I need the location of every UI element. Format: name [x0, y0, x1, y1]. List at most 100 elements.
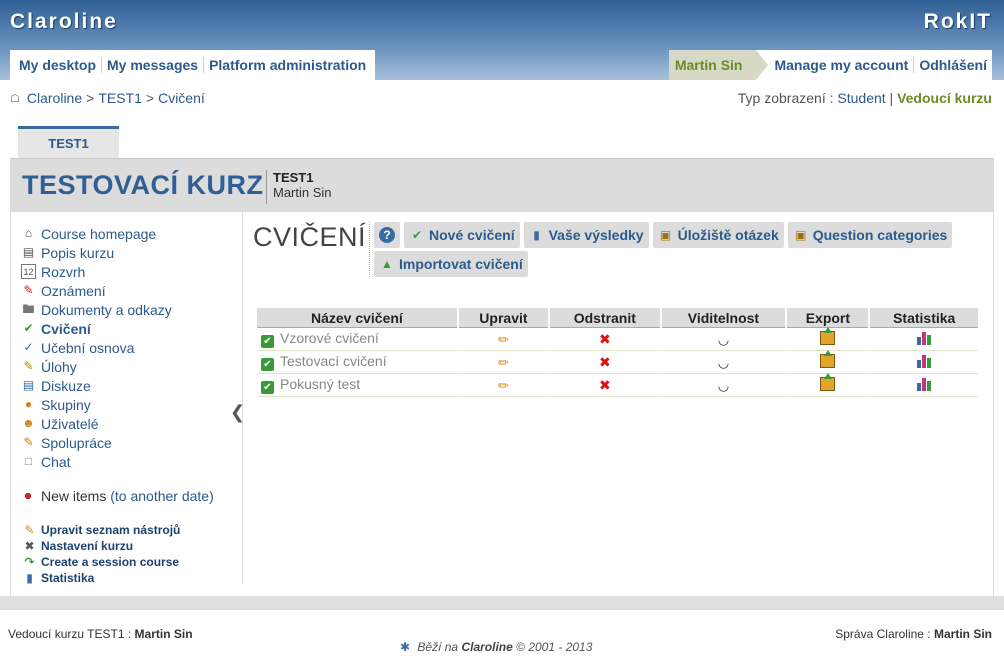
- sidebar-item-exercises[interactable]: ✔ Cvičení: [21, 319, 172, 338]
- course-statistics-link[interactable]: ▮ Statistika: [23, 570, 180, 586]
- breadcrumb-course[interactable]: TEST1: [98, 90, 142, 106]
- sidebar-item-label[interactable]: Rozvrh: [41, 264, 85, 280]
- platform-brand[interactable]: Claroline: [10, 10, 118, 34]
- view-mode-teacher[interactable]: Vedoucí kurzu: [897, 90, 992, 106]
- sidebar-item-label[interactable]: Chat: [41, 454, 71, 470]
- admin-link-label[interactable]: Create a session course: [41, 555, 179, 569]
- statistics-icon: ▮: [26, 570, 33, 585]
- nav-my-messages[interactable]: My messages: [102, 57, 203, 73]
- footer-powered-by: ✱ Běží na Claroline © 2001 - 2013: [400, 640, 592, 654]
- delete-cell: ✖: [550, 374, 660, 397]
- sidebar-item-forum[interactable]: ▤ Diskuze: [21, 376, 172, 395]
- sidebar-item-label[interactable]: Skupiny: [41, 397, 91, 413]
- footer-admin-name[interactable]: Martin Sin: [934, 627, 992, 641]
- powered-brand-link[interactable]: Claroline: [461, 640, 512, 654]
- help-button[interactable]: ?: [374, 222, 400, 248]
- export-icon[interactable]: [820, 372, 836, 391]
- statistics-icon[interactable]: [917, 354, 932, 368]
- admin-link-label[interactable]: Upravit seznam nástrojů: [41, 523, 180, 537]
- sidebar-item-users[interactable]: ☻ Uživatelé: [21, 414, 172, 433]
- export-cell: [787, 372, 869, 397]
- user-name-link[interactable]: Martin Sin: [668, 50, 769, 80]
- sidebar-item-label[interactable]: Diskuze: [41, 378, 91, 394]
- course-settings-link[interactable]: ✖ Nastavení kurzu: [23, 538, 180, 554]
- table-row: ✔ Pokusný test ✏ ✖ ◡: [257, 372, 978, 397]
- settings-icon: ✖: [24, 538, 35, 553]
- new-exercise-button[interactable]: ✔ Nové cvičení: [404, 222, 520, 248]
- logout-link[interactable]: Odhlášení: [914, 57, 992, 73]
- breadcrumb-current[interactable]: Cvičení: [158, 90, 205, 106]
- sidebar-item-announcements[interactable]: ✎ Oznámení: [21, 281, 172, 300]
- manage-account-link[interactable]: Manage my account: [756, 57, 913, 73]
- exercise-name-cell[interactable]: ✔ Vzorové cvičení: [257, 328, 457, 351]
- footer-course-manager: Vedoucí kurzu TEST1 : Martin Sin: [8, 627, 193, 641]
- course-meta: TEST1 Martin Sin: [266, 170, 332, 204]
- sidebar-item-label[interactable]: Popis kurzu: [41, 245, 114, 261]
- view-mode-student[interactable]: Student: [837, 90, 885, 106]
- statistics-icon[interactable]: [917, 377, 932, 391]
- pencil-icon[interactable]: ✏: [498, 355, 509, 370]
- question-pool-button[interactable]: ▣ Úložiště otázek: [652, 222, 784, 248]
- command-label: Nové cvičení: [429, 227, 515, 243]
- exercise-name-cell[interactable]: ✔ Testovací cvičení: [257, 351, 457, 374]
- sidebar-item-label[interactable]: Course homepage: [41, 226, 156, 242]
- pencil-icon[interactable]: ✏: [498, 332, 509, 347]
- tab-course[interactable]: TEST1: [18, 126, 119, 160]
- sidebar-item-label[interactable]: Oznámení: [41, 283, 106, 299]
- eye-icon[interactable]: ◡: [718, 355, 728, 370]
- sidebar-item-label[interactable]: Spolupráce: [41, 435, 112, 451]
- new-exercise-icon: ✔: [411, 228, 423, 242]
- breadcrumb-separator: >: [86, 90, 95, 106]
- admin-link-label[interactable]: Statistika: [41, 571, 94, 585]
- collapse-sidebar-icon[interactable]: ❮: [230, 402, 245, 423]
- import-exercise-button[interactable]: ▲ Importovat cvičení: [374, 251, 528, 277]
- delete-icon[interactable]: ✖: [599, 377, 611, 393]
- sidebar-item-chat[interactable]: □ Chat: [21, 452, 172, 471]
- sidebar-item-label[interactable]: Dokumenty a odkazy: [41, 302, 172, 318]
- edit-tool-list-link[interactable]: ✎ Upravit seznam nástrojů: [23, 522, 180, 538]
- sidebar-item-description[interactable]: ▤ Popis kurzu: [21, 243, 172, 262]
- sidebar-item-course-homepage[interactable]: ⌂ Course homepage: [21, 224, 172, 243]
- sidebar-item-calendar[interactable]: 12 Rozvrh: [21, 262, 172, 281]
- edit-cell: ✏: [458, 374, 549, 397]
- categories-icon: ▣: [795, 228, 807, 242]
- sidebar-item-assignments[interactable]: ✎ Úlohy: [21, 357, 172, 376]
- exercise-name-cell[interactable]: ✔ Pokusný test: [257, 374, 457, 397]
- sidebar-item-label[interactable]: Uživatelé: [41, 416, 99, 432]
- breadcrumb-claroline[interactable]: Claroline: [27, 90, 82, 106]
- sidebar-item-label[interactable]: Úlohy: [41, 359, 77, 375]
- my-results-button[interactable]: ▮ Vaše výsledky: [523, 222, 649, 248]
- footer-manager-label: Vedoucí kurzu TEST1 :: [8, 627, 132, 641]
- sidebar-item-wiki[interactable]: ✎ Spolupráce: [21, 433, 172, 452]
- sidebar-item-groups[interactable]: ● Skupiny: [21, 395, 172, 414]
- delete-icon[interactable]: ✖: [599, 354, 611, 370]
- sidebar-item-label[interactable]: Učební osnova: [41, 340, 134, 356]
- question-categories-button[interactable]: ▣ Question categories: [787, 222, 953, 248]
- create-session-course-link[interactable]: ↷ Create a session course: [23, 554, 180, 570]
- exercise-link[interactable]: Testovací cvičení: [280, 353, 387, 369]
- exercise-link[interactable]: Vzorové cvičení: [280, 330, 379, 346]
- export-icon[interactable]: [820, 349, 836, 368]
- pencil-icon[interactable]: ✏: [498, 378, 509, 393]
- course-title[interactable]: TESTOVACÍ KURZ: [22, 170, 264, 201]
- command-label: Importovat cvičení: [399, 256, 523, 272]
- nav-platform-administration[interactable]: Platform administration: [204, 57, 371, 73]
- eye-icon[interactable]: ◡: [718, 378, 728, 393]
- footer-manager-name[interactable]: Martin Sin: [135, 627, 193, 641]
- nav-my-desktop[interactable]: My desktop: [14, 57, 101, 73]
- sidebar-item-documents[interactable]: 🖿 Dokumenty a odkazy: [21, 300, 172, 319]
- command-label: Question categories: [812, 227, 948, 243]
- help-icon: ?: [379, 227, 395, 243]
- admin-link-label[interactable]: Nastavení kurzu: [41, 539, 133, 553]
- statistics-icon[interactable]: [917, 331, 932, 345]
- delete-icon[interactable]: ✖: [599, 331, 611, 347]
- eye-icon[interactable]: ◡: [718, 332, 728, 347]
- new-items-date-link[interactable]: (to another date): [110, 488, 214, 504]
- sidebar-item-learning-path[interactable]: ✓ Učební osnova: [21, 338, 172, 357]
- exercise-content: CVIČENÍ ? ✔ Nové cvičení ▮ Vaše výsledky ▣…: [253, 212, 995, 592]
- institution-name[interactable]: RokIT: [924, 10, 992, 34]
- exercise-link[interactable]: Pokusný test: [280, 376, 360, 392]
- export-icon[interactable]: [820, 326, 836, 345]
- sidebar-item-label[interactable]: Cvičení: [41, 321, 91, 337]
- command-label: Úložiště otázek: [677, 227, 779, 243]
